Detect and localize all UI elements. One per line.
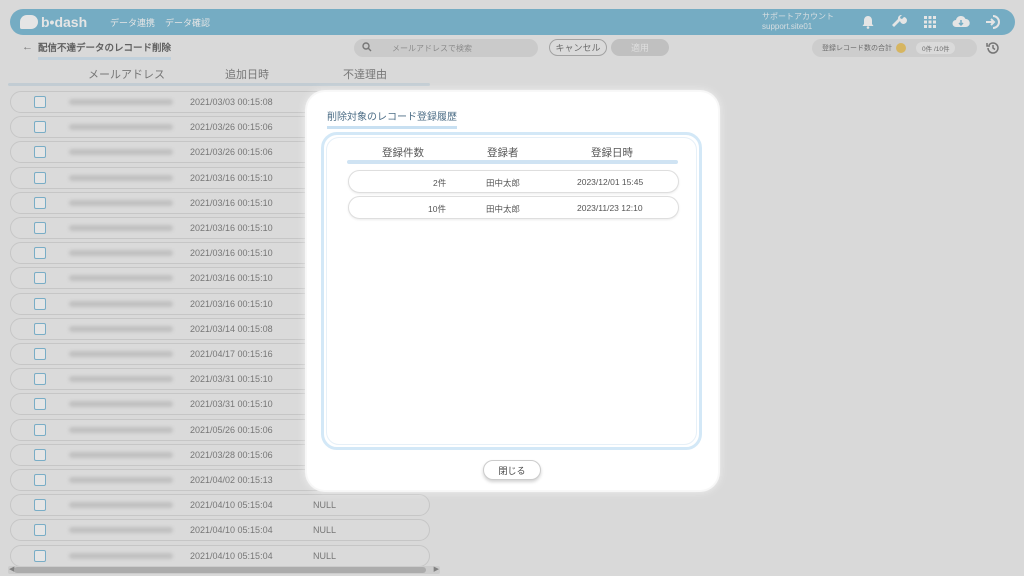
- history-modal: 削除対象のレコード登録履歴 登録件数 登録者 登録日時 2件 田中太郎 2023…: [307, 92, 718, 490]
- close-button[interactable]: 閉じる: [483, 460, 541, 480]
- history-count: 2件: [433, 178, 447, 188]
- history-panel: 登録件数 登録者 登録日時 2件 田中太郎 2023/12/01 15:45 1…: [321, 132, 702, 450]
- modal-header-divider: [347, 160, 678, 164]
- history-user: 田中太郎: [486, 204, 521, 214]
- history-datetime: 2023/12/01 15:45: [577, 177, 644, 187]
- modal-column-datetime: 登録日時: [591, 147, 633, 159]
- history-row[interactable]: 2件 田中太郎 2023/12/01 15:45: [348, 170, 679, 193]
- history-count: 10件: [428, 204, 446, 214]
- modal-column-user: 登録者: [487, 147, 519, 159]
- history-datetime: 2023/11/23 12:10: [577, 203, 643, 213]
- modal-title: 削除対象のレコード登録履歴: [327, 108, 457, 129]
- history-user: 田中太郎: [486, 178, 521, 188]
- history-row[interactable]: 10件 田中太郎 2023/11/23 12:10: [348, 196, 679, 219]
- modal-column-count: 登録件数: [382, 147, 424, 159]
